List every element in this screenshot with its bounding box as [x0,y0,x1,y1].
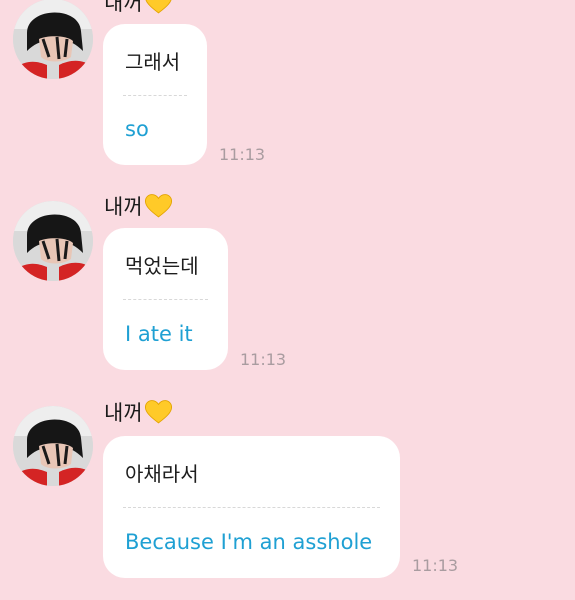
yellow-heart-icon [145,0,172,14]
original-text: 그래서 [125,50,181,74]
translation-divider [123,507,380,508]
translation-text: so [125,117,149,141]
avatar-photo [13,201,93,281]
chat-message: 내꺼 아채라서 Because I'm an asshole 11:13 [0,400,575,590]
translation-divider [123,95,187,96]
sender-name-text: 내꺼 [104,401,143,425]
sender-name: 내꺼 [104,192,172,220]
chat-message: 내꺼 그래서 so 11:13 [0,0,575,170]
sender-name: 내꺼 [104,398,172,426]
translation-text: I ate it [125,322,193,346]
message-bubble[interactable]: 먹었는데 I ate it [103,228,228,370]
sender-name: 내꺼 [104,0,172,16]
yellow-heart-icon [144,400,172,424]
avatar[interactable] [13,406,93,486]
translation-text: Because I'm an asshole [125,530,373,554]
message-bubble[interactable]: 그래서 so [103,24,207,165]
yellow-heart-icon [144,194,172,218]
timestamp: 11:13 [219,145,266,164]
translation-divider [123,299,208,300]
avatar[interactable] [13,0,93,79]
message-bubble[interactable]: 아채라서 Because I'm an asshole [103,436,400,578]
original-text: 먹었는데 [125,254,199,278]
sender-name-text: 내꺼 [104,195,143,219]
timestamp: 11:13 [412,556,459,575]
avatar-photo [13,406,93,486]
original-text: 아채라서 [125,462,199,486]
avatar-photo [13,0,93,79]
avatar[interactable] [13,201,93,281]
timestamp: 11:13 [240,350,287,369]
chat-message: 내꺼 먹었는데 I ate it 11:13 [0,192,575,375]
sender-name-text: 내꺼 [104,0,143,15]
